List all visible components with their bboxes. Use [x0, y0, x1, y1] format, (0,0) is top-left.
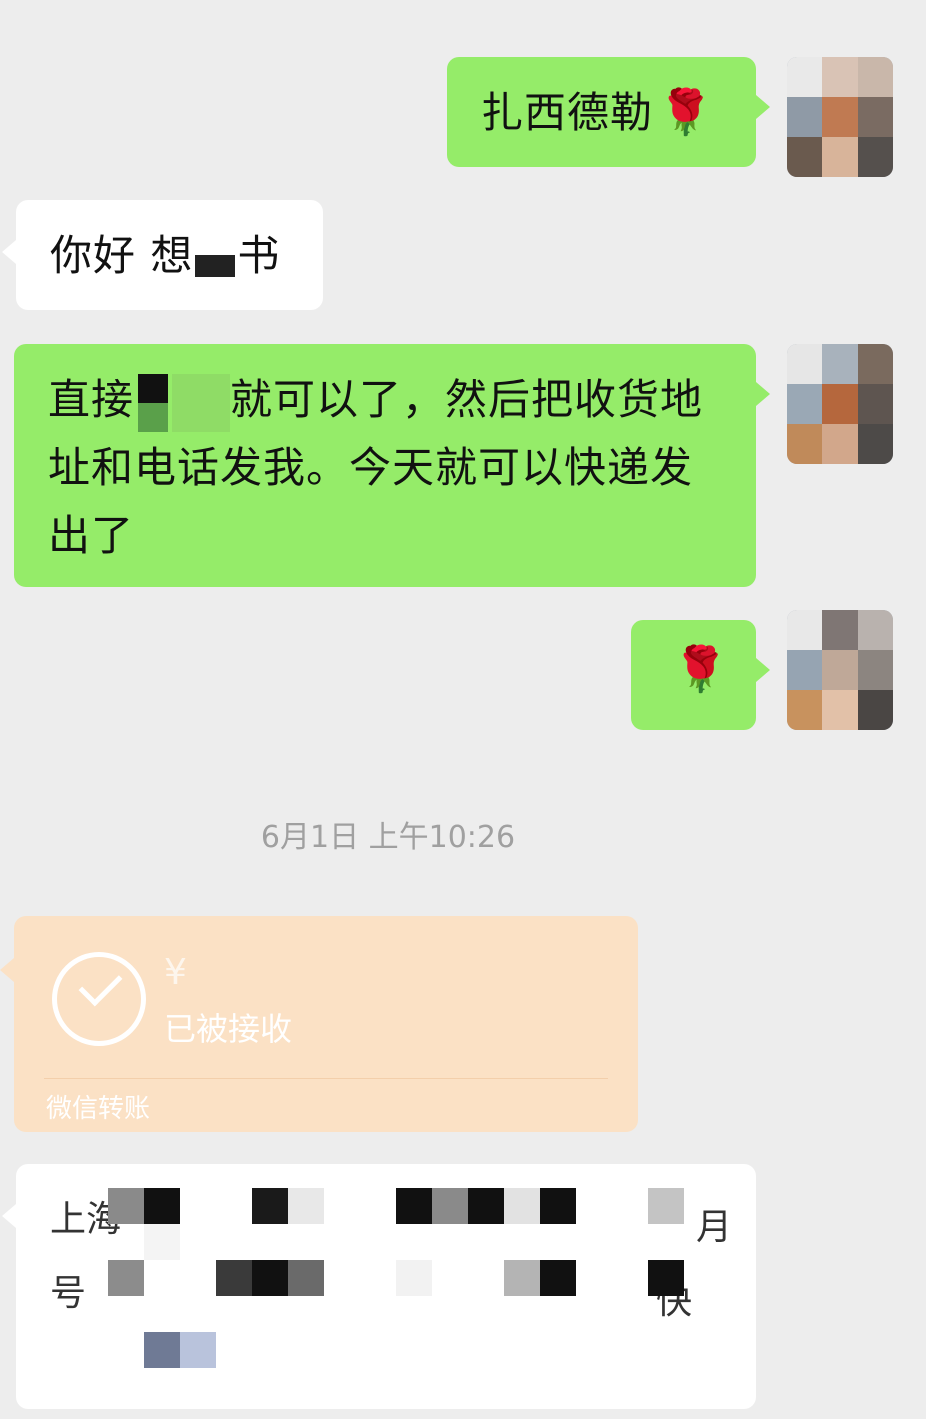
message-timestamp: 6月1日 上午10:26	[260, 820, 516, 855]
rose-emoji-icon: 🌹	[658, 87, 713, 138]
redaction-block	[144, 1224, 180, 1260]
avatar-self[interactable]	[787, 57, 893, 177]
redaction-block	[144, 1332, 180, 1368]
wechat-transfer-card[interactable]: ¥ 已被接收 微信转账	[0, 916, 638, 1132]
redaction-block	[504, 1260, 540, 1296]
message-bubble-self[interactable]: 🌹	[631, 620, 770, 730]
message-fragment: 号	[50, 1273, 87, 1314]
transfer-label: 微信转账	[46, 1094, 151, 1124]
check-mark-icon	[78, 962, 123, 1007]
redaction-block	[195, 254, 236, 277]
redaction-block	[180, 1332, 216, 1368]
message-text: 直接	[48, 375, 135, 424]
message-bubble-self[interactable]: 直接 就可以了，然后把收货地 址和电话发我。今天就可以快递发 出了	[14, 344, 770, 587]
message-fragment: 月	[696, 1207, 733, 1248]
redaction-block	[396, 1260, 432, 1296]
redaction-block	[252, 1260, 288, 1296]
check-circle-icon	[52, 952, 146, 1046]
redaction-block	[144, 1188, 180, 1224]
redaction-blur	[172, 373, 231, 432]
redaction-block	[138, 373, 169, 432]
redaction-block	[396, 1188, 432, 1224]
message-text: 就可以了，然后把收货地	[230, 375, 704, 424]
redaction-block	[252, 1188, 288, 1224]
avatar-self[interactable]	[787, 610, 893, 730]
rose-emoji-icon: 🌹	[673, 644, 728, 695]
redaction-block	[288, 1260, 324, 1296]
redaction-block	[648, 1260, 684, 1296]
redaction-block	[432, 1188, 468, 1224]
redaction-block	[648, 1188, 684, 1224]
redaction-block	[288, 1188, 324, 1224]
redaction-block	[468, 1188, 504, 1224]
redaction-block	[216, 1260, 252, 1296]
redaction-block	[540, 1260, 576, 1296]
message-bubble-other[interactable]: 上海 月 号 快	[2, 1164, 756, 1409]
avatar-self[interactable]	[787, 344, 893, 464]
divider	[44, 1078, 608, 1079]
message-text: 扎西德勒	[481, 88, 654, 137]
message-text: 你好 想	[50, 231, 194, 280]
redaction-block	[504, 1188, 540, 1224]
redaction-block	[540, 1188, 576, 1224]
transfer-status: 已被接收	[164, 1010, 293, 1048]
message-line: 出了	[48, 511, 135, 560]
message-text: 书	[237, 231, 281, 280]
message-bubble-other[interactable]: 你好 想书	[2, 200, 323, 310]
message-line: 直接 就可以了，然后把收货地	[48, 366, 756, 434]
message-bubble-self[interactable]: 扎西德勒 🌹	[447, 57, 770, 167]
transfer-amount: ¥	[164, 952, 187, 993]
redaction-block	[108, 1188, 144, 1224]
message-line: 址和电话发我。今天就可以快递发	[48, 443, 694, 492]
redaction-block	[108, 1260, 144, 1296]
